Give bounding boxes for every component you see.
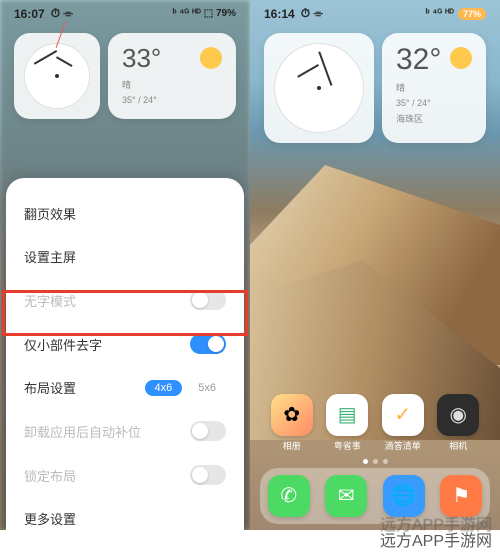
- status-left-icons: ⏱ ⌯: [51, 6, 73, 21]
- message-icon: ✉: [338, 486, 355, 506]
- status-time: 16:14: [264, 7, 295, 21]
- row-more-settings[interactable]: 更多设置: [24, 497, 226, 530]
- temperature: 33°: [122, 43, 161, 74]
- row-lock-layout[interactable]: 锁定布局: [24, 453, 226, 497]
- phone-icon: ✆: [280, 486, 297, 506]
- row-set-home[interactable]: 设置主屏: [24, 235, 226, 278]
- toggle-no-label[interactable]: [190, 290, 226, 310]
- row-auto-fill[interactable]: 卸载应用后自动补位: [24, 409, 226, 453]
- app-yueshengshi[interactable]: ▤: [326, 394, 368, 436]
- weather-location: 海珠区: [396, 112, 441, 125]
- toggle-widget-only[interactable]: [190, 334, 226, 354]
- toggle-auto-fill[interactable]: [190, 421, 226, 441]
- flower-icon: ✿: [283, 405, 300, 425]
- battery-badge: 77%: [458, 8, 486, 20]
- page-indicator[interactable]: [250, 459, 500, 464]
- globe-icon: 🌐: [391, 486, 416, 506]
- status-right-icons: ᵇ ⁴ᴳ ᴴᴰ: [426, 8, 454, 19]
- status-bar: 16:14 ⏱ ⌯ ᵇ ⁴ᴳ ᴴᴰ 77%: [250, 0, 500, 23]
- app-label: 相机: [449, 439, 467, 452]
- row-no-label-mode[interactable]: 无字模式: [24, 278, 226, 322]
- temperature: 32°: [396, 43, 441, 77]
- status-left-icons: ⏱ ⌯: [301, 6, 323, 21]
- weather-widget[interactable]: 33° 晴 35° / 24°: [108, 33, 236, 119]
- camera-icon: ◉: [450, 405, 467, 425]
- analog-clock-icon: [24, 43, 90, 109]
- phone-right: 16:14 ⏱ ⌯ ᵇ ⁴ᴳ ᴴᴰ 77% 32° 晴 35° / 24°: [250, 0, 500, 530]
- row-widget-only-no-label[interactable]: 仅小部件去字: [24, 322, 226, 366]
- clock-widget[interactable]: [14, 33, 100, 119]
- status-right-icons: ᵇ ⁴ᴳ ᴴᴰ ⬚ 79%: [173, 8, 236, 19]
- app-label: 粤省事: [334, 439, 361, 452]
- sun-icon: [200, 47, 222, 69]
- weather-widget[interactable]: 32° 晴 35° / 24° 海珠区: [382, 33, 486, 143]
- app-camera[interactable]: ◉: [437, 394, 479, 436]
- pill-5x6[interactable]: 5x6: [188, 380, 226, 396]
- analog-clock-icon: [274, 43, 364, 133]
- app-gallery[interactable]: ✿: [271, 394, 313, 436]
- bag-icon: ⚑: [452, 486, 470, 506]
- toggle-lock-layout[interactable]: [190, 465, 226, 485]
- clock-widget[interactable]: [264, 33, 374, 143]
- app-label: 相册: [283, 439, 301, 452]
- weather-range: 35° / 24°: [122, 95, 161, 105]
- status-bar: 16:07 ⏱ ⌯ ᵇ ⁴ᴳ ᴴᴰ ⬚ 79%: [0, 0, 250, 23]
- settings-sheet: 翻页效果 设置主屏 无字模式 仅小部件去字 布局设置 4x6 5x6: [6, 178, 244, 530]
- sun-icon: [450, 47, 472, 69]
- dock-messages[interactable]: ✉: [325, 475, 367, 517]
- row-transition-effect[interactable]: 翻页效果: [24, 192, 226, 235]
- watermark-text: 远方APP手游网: [380, 527, 492, 551]
- app-label: 滴答清单: [385, 439, 421, 452]
- check-icon: ✓: [394, 405, 411, 425]
- pill-4x6[interactable]: 4x6: [145, 380, 183, 396]
- row-layout-setting[interactable]: 布局设置 4x6 5x6: [24, 366, 226, 409]
- weather-condition: 晴: [122, 78, 161, 91]
- app-ticktick[interactable]: ✓: [382, 394, 424, 436]
- status-time: 16:07: [14, 7, 45, 21]
- weather-range: 35° / 24°: [396, 98, 441, 108]
- dock-phone[interactable]: ✆: [268, 475, 310, 517]
- weather-condition: 晴: [396, 81, 441, 94]
- phone-left: 16:07 ⏱ ⌯ ᵇ ⁴ᴳ ᴴᴰ ⬚ 79% 33° 晴: [0, 0, 250, 530]
- document-icon: ▤: [338, 405, 357, 425]
